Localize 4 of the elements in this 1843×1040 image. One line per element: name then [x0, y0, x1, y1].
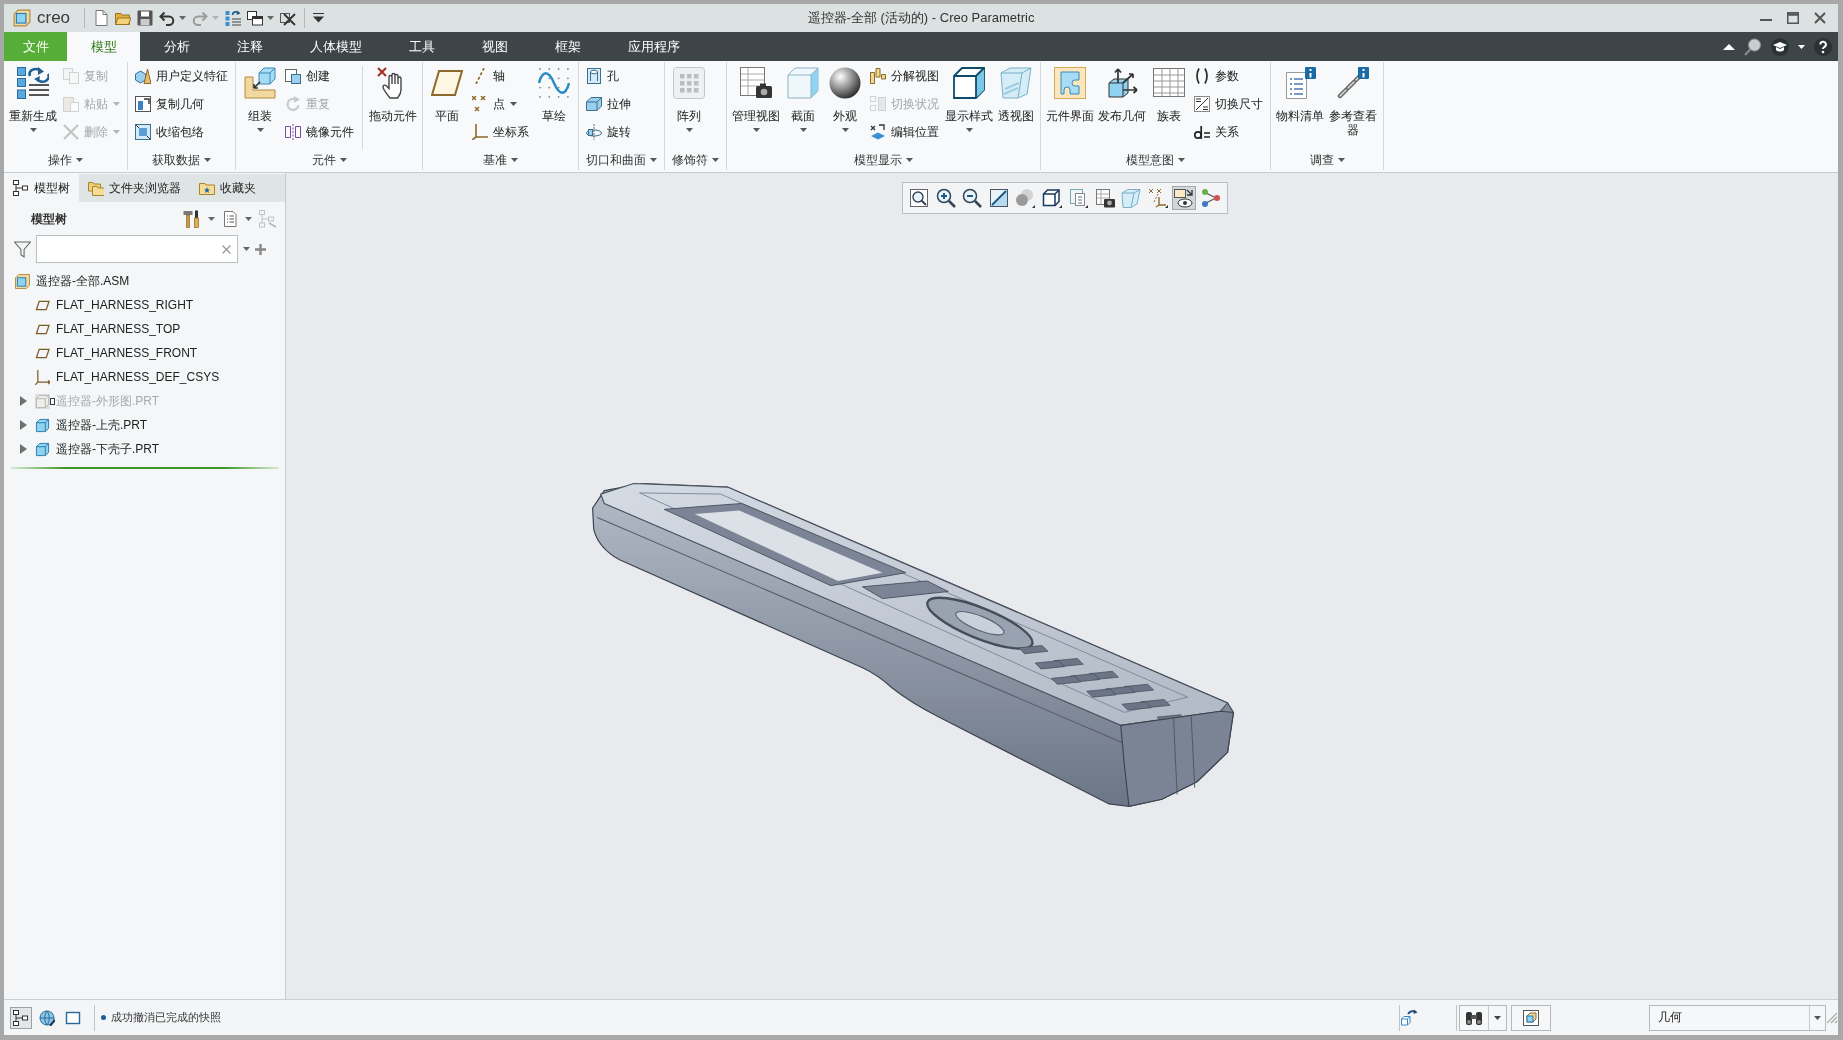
window-title: 遥控器-全部 (活动的) - Creo Parametric	[807, 9, 1035, 27]
panel-title: 模型树	[31, 210, 67, 228]
status-message: 成功撤消已完成的快照	[111, 1010, 221, 1025]
app-logo-text: creo	[37, 8, 71, 28]
